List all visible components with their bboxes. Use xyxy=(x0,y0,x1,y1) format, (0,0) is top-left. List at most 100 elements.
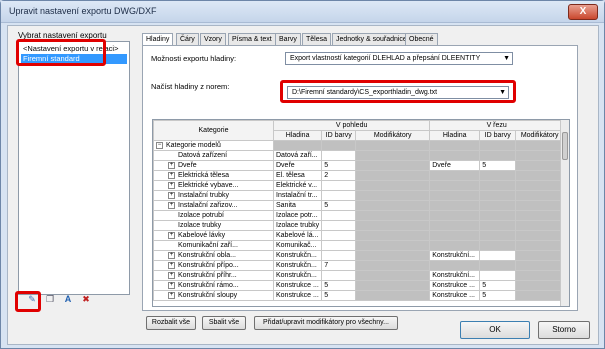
table-row[interactable]: + Konstrukční rámo... Konstrukce ... 5 Konst… xyxy=(153,280,565,291)
section-layer-cell[interactable] xyxy=(429,170,481,181)
view-layer-cell[interactable]: Kabelové lá... xyxy=(272,230,323,241)
section-modifiers-cell[interactable] xyxy=(515,150,565,161)
view-color-cell[interactable] xyxy=(321,210,357,221)
table-row[interactable]: + Instalační zařizov... Sanita 5 xyxy=(153,200,565,211)
view-color-cell[interactable]: 5 xyxy=(321,280,357,291)
expand-all-button[interactable]: Rozbalit vše xyxy=(146,316,196,330)
view-color-cell[interactable]: 5 xyxy=(321,200,357,211)
view-color-cell[interactable]: 5 xyxy=(321,290,357,301)
table-row[interactable]: Komunikační zaří... Komunikač... xyxy=(153,240,565,251)
section-color-cell[interactable] xyxy=(479,270,517,281)
tab-jednotky[interactable]: Jednotky & souřadnice xyxy=(332,33,411,45)
section-layer-cell[interactable]: Dveře xyxy=(429,160,481,171)
section-layer-cell[interactable] xyxy=(429,240,481,251)
expand-icon[interactable]: + xyxy=(168,251,175,259)
section-modifiers-cell[interactable] xyxy=(515,160,565,171)
section-modifiers-cell[interactable] xyxy=(515,190,565,201)
view-layer-cell[interactable]: Izolace trubky xyxy=(272,220,323,231)
delete-icon[interactable]: ✖ xyxy=(80,293,92,306)
view-color-cell[interactable] xyxy=(321,270,357,281)
table-row[interactable]: + Konstrukční příhr... Konstrukčn... Konstr… xyxy=(153,270,565,281)
scrollbar-thumb[interactable] xyxy=(562,132,568,160)
section-layer-cell[interactable]: Konstrukční... xyxy=(429,250,481,261)
table-row[interactable]: Izolace trubky Izolace trubky xyxy=(153,220,565,231)
view-modifiers-cell[interactable] xyxy=(355,200,431,211)
section-color-cell[interactable] xyxy=(479,190,517,201)
layer-options-select[interactable]: Export vlastností kategorií DLEHLAD a př… xyxy=(285,52,513,65)
view-layer-cell[interactable]: Konstrukce ... xyxy=(272,290,323,301)
view-layer-cell[interactable] xyxy=(272,140,323,151)
view-layer-cell[interactable]: Konstrukčn... xyxy=(272,250,323,261)
section-modifiers-cell[interactable] xyxy=(515,220,565,231)
view-layer-cell[interactable]: Datová zaří... xyxy=(272,150,323,161)
view-modifiers-cell[interactable] xyxy=(355,180,431,191)
section-modifiers-cell[interactable] xyxy=(515,250,565,261)
tab-pisma[interactable]: Písma & text xyxy=(228,33,276,45)
view-modifiers-cell[interactable] xyxy=(355,250,431,261)
ok-button[interactable]: OK xyxy=(460,321,530,339)
view-modifiers-cell[interactable] xyxy=(355,210,431,221)
section-color-cell[interactable]: 5 xyxy=(479,290,517,301)
section-color-cell[interactable] xyxy=(479,250,517,261)
table-row[interactable]: + Konstrukční přípo... Konstrukčn... 7 xyxy=(153,260,565,271)
table-row[interactable]: Datová zařízení Datová zaří... xyxy=(153,150,565,161)
section-modifiers-cell[interactable] xyxy=(515,230,565,241)
view-color-cell[interactable] xyxy=(321,240,357,251)
add-modifiers-button[interactable]: Přidat/upravit modifikátory pro všechny.… xyxy=(254,316,398,330)
section-layer-cell[interactable] xyxy=(429,180,481,191)
tab-telesa[interactable]: Tělesa xyxy=(302,33,332,45)
view-modifiers-cell[interactable] xyxy=(355,220,431,231)
view-modifiers-cell[interactable] xyxy=(355,150,431,161)
section-color-cell[interactable] xyxy=(479,220,517,231)
section-modifiers-cell[interactable] xyxy=(515,290,565,301)
view-layer-cell[interactable]: Instalační tr... xyxy=(272,190,323,201)
table-row[interactable]: Izolace potrubí Izolace potr... xyxy=(153,210,565,221)
view-modifiers-cell[interactable] xyxy=(355,240,431,251)
view-layer-cell[interactable]: Izolace potr... xyxy=(272,210,323,221)
close-button[interactable]: X xyxy=(568,4,598,20)
section-color-cell[interactable] xyxy=(479,150,517,161)
section-layer-cell[interactable]: Konstrukce ... xyxy=(429,290,481,301)
section-layer-cell[interactable] xyxy=(429,140,481,151)
section-modifiers-cell[interactable] xyxy=(515,200,565,211)
duplicate-icon[interactable]: ❐ xyxy=(44,293,56,306)
table-row[interactable]: + Instalační trubky Instalační tr... xyxy=(153,190,565,201)
view-modifiers-cell[interactable] xyxy=(355,280,431,291)
view-modifiers-cell[interactable] xyxy=(355,230,431,241)
view-layer-cell[interactable]: Komunikač... xyxy=(272,240,323,251)
section-layer-cell[interactable] xyxy=(429,210,481,221)
section-modifiers-cell[interactable] xyxy=(515,260,565,271)
section-layer-cell[interactable] xyxy=(429,190,481,201)
table-row[interactable]: − Kategorie modelů xyxy=(153,140,565,151)
view-modifiers-cell[interactable] xyxy=(355,190,431,201)
tab-vzory[interactable]: Vzory xyxy=(200,33,226,45)
section-color-cell[interactable] xyxy=(479,240,517,251)
view-color-cell[interactable]: 2 xyxy=(321,170,357,181)
collapse-all-button[interactable]: Sbalit vše xyxy=(202,316,246,330)
section-layer-cell[interactable] xyxy=(429,200,481,211)
expand-icon[interactable]: + xyxy=(168,281,175,289)
view-layer-cell[interactable]: El. tělesa xyxy=(272,170,323,181)
section-modifiers-cell[interactable] xyxy=(515,270,565,281)
section-modifiers-cell[interactable] xyxy=(515,170,565,181)
section-color-cell[interactable] xyxy=(479,260,517,271)
view-color-cell[interactable] xyxy=(321,250,357,261)
section-color-cell[interactable] xyxy=(479,200,517,211)
view-layer-cell[interactable]: Elektrické v... xyxy=(272,180,323,191)
table-row[interactable]: + Elektrické vybave... Elektrické v... xyxy=(153,180,565,191)
tab-barvy[interactable]: Barvy xyxy=(275,33,301,45)
expand-icon[interactable]: + xyxy=(168,261,175,269)
view-color-cell[interactable] xyxy=(321,190,357,201)
expand-icon[interactable]: + xyxy=(168,191,175,199)
section-modifiers-cell[interactable] xyxy=(515,280,565,291)
section-color-cell[interactable] xyxy=(479,170,517,181)
view-layer-cell[interactable]: Konstrukčn... xyxy=(272,270,323,281)
section-modifiers-cell[interactable] xyxy=(515,140,565,151)
section-layer-cell[interactable] xyxy=(429,230,481,241)
table-row[interactable]: + Elektrická tělesa El. tělesa 2 xyxy=(153,170,565,181)
view-color-cell[interactable]: 5 xyxy=(321,160,357,171)
cancel-button[interactable]: Storno xyxy=(538,321,590,339)
view-modifiers-cell[interactable] xyxy=(355,270,431,281)
section-color-cell[interactable] xyxy=(479,230,517,241)
tab-obecne[interactable]: Obecné xyxy=(405,33,438,45)
